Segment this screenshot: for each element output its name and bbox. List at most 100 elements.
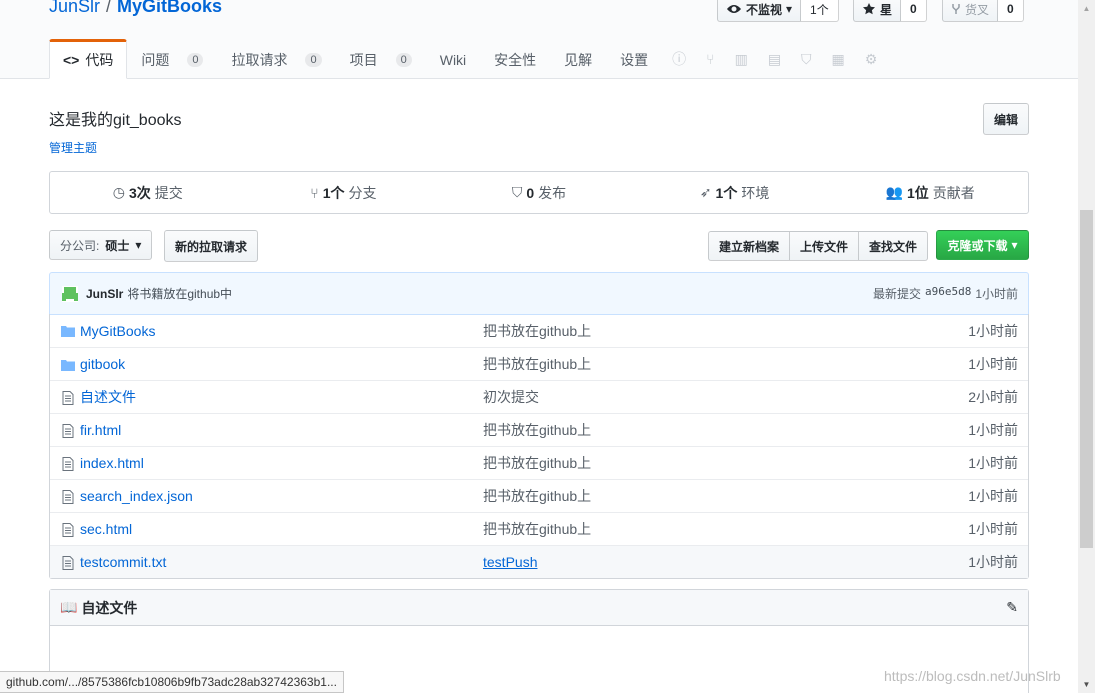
issue-opened-icon[interactable]: ⓘ (662, 39, 696, 79)
edit-button[interactable]: 编辑 (983, 103, 1029, 135)
rocket-icon: ➶ (699, 184, 712, 200)
file-name-link[interactable]: index.html (80, 455, 144, 471)
file-age: 1小时前 (968, 488, 1018, 504)
branches-summary[interactable]: ⑂ 1个 分支 (246, 172, 442, 213)
pencil-icon[interactable]: ✎ (1006, 599, 1018, 616)
tab-security-label: 安全性 (494, 52, 537, 68)
fork-button[interactable]: 货叉 (942, 0, 999, 22)
tab-issues[interactable]: 问题 0 (127, 39, 217, 79)
branches-count: 1个 (322, 184, 345, 201)
code-icon: <> (63, 52, 80, 68)
environments-summary[interactable]: ➶ 1个 环境 (637, 172, 833, 213)
fork-count[interactable]: 0 (998, 0, 1024, 22)
file-age: 2小时前 (968, 389, 1018, 405)
pull-request-icon[interactable]: ⑂ (696, 39, 724, 79)
tab-code[interactable]: <> 代码 (49, 39, 128, 79)
clone-download-button[interactable]: 克隆或下载 ▾ (936, 230, 1029, 260)
file-name-link[interactable]: sec.html (80, 521, 132, 537)
file-name-link[interactable]: 自述文件 (80, 387, 136, 407)
watch-label: 不监视 (746, 2, 783, 17)
file-commit-message[interactable]: testPush (483, 554, 537, 570)
tab-projects[interactable]: 项目 0 (336, 39, 426, 79)
commit-message[interactable]: 将书籍放在github中 (127, 285, 232, 302)
book-icon[interactable]: ▤ (758, 39, 791, 79)
graph-icon[interactable]: ▦ (822, 39, 855, 79)
readme-title: 自述文件 (81, 599, 138, 616)
tab-security[interactable]: 安全性 (480, 39, 550, 79)
file-icon (62, 424, 74, 438)
file-name-link[interactable]: MyGitBooks (80, 323, 155, 339)
repo-title: JunSlr / MyGitBooks (49, 0, 222, 18)
file-name-link[interactable]: search_index.json (80, 488, 193, 504)
file-name-link[interactable]: fir.html (80, 422, 121, 438)
latest-commit-info: 最新提交 a96e5d8 1小时前 (873, 285, 1018, 302)
star-count[interactable]: 0 (901, 0, 927, 22)
dropdown-caret-icon: ▾ (1011, 238, 1018, 252)
file-commit-message[interactable]: 把书放在github上 (483, 486, 591, 506)
manage-topics-link[interactable]: 管理主题 (49, 139, 97, 156)
fork-icon (952, 4, 960, 14)
find-file-button[interactable]: 查找文件 (858, 231, 929, 261)
create-new-file-button[interactable]: 建立新档案 (708, 231, 791, 261)
file-commit-message[interactable]: 把书放在github上 (483, 420, 591, 440)
gear-icon[interactable]: ⚙ (855, 39, 888, 79)
contributors-count: 1位 (906, 184, 929, 201)
watch-count[interactable]: 1个 (801, 0, 839, 22)
watermark: https://blog.csdn.net/JunSlrb (884, 668, 1061, 684)
environments-label: 环境 (741, 184, 770, 201)
branch-select-label: 分公司: (60, 238, 100, 253)
commits-summary[interactable]: ◷ 3次 提交 (50, 172, 246, 213)
file-name-link[interactable]: gitbook (80, 356, 125, 372)
table-row: sec.html 把书放在github上 1小时前 (50, 512, 1028, 545)
file-icon (62, 523, 74, 537)
file-age: 1小时前 (968, 521, 1018, 537)
file-name-link[interactable]: testcommit.txt (80, 554, 166, 570)
table-row: 自述文件 初次提交 2小时前 (50, 380, 1028, 413)
file-icon (62, 556, 74, 570)
file-commit-message[interactable]: 把书放在github上 (483, 321, 591, 341)
scroll-down-icon[interactable]: ▼ (1078, 676, 1095, 693)
file-commit-message[interactable]: 把书放在github上 (483, 354, 591, 374)
file-age: 1小时前 (968, 554, 1018, 570)
branch-select-button[interactable]: 分公司: 硕士 ▾ (49, 230, 153, 260)
folder-icon (61, 326, 75, 337)
commits-count: 3次 (129, 184, 151, 201)
file-commit-message[interactable]: 把书放在github上 (483, 519, 591, 539)
eye-icon (727, 5, 741, 13)
branch-icon: ⑂ (310, 184, 319, 201)
watch-button[interactable]: 不监视 ▾ (717, 0, 802, 22)
avatar[interactable] (60, 284, 80, 304)
issues-counter: 0 (187, 53, 204, 67)
contributors-summary[interactable]: 👥 1位 贡献者 (832, 172, 1028, 213)
file-commit-message[interactable]: 把书放在github上 (483, 453, 591, 473)
tab-pull-requests[interactable]: 拉取请求 0 (217, 39, 335, 79)
folder-icon (61, 360, 75, 371)
repo-name-link[interactable]: MyGitBooks (117, 0, 222, 18)
tab-wiki[interactable]: Wiki (426, 39, 480, 79)
file-commit-message[interactable]: 初次提交 (483, 387, 539, 407)
history-icon: ◷ (112, 184, 125, 200)
numbers-summary: ◷ 3次 提交 ⑂ 1个 分支 ⛉ 0 发布 ➶ 1个 环境 👥 1位 贡献者 (49, 171, 1029, 214)
pull-requests-counter: 0 (305, 53, 322, 67)
tab-settings[interactable]: 设置 (606, 39, 662, 79)
tab-insights[interactable]: 见解 (550, 39, 606, 79)
commit-author[interactable]: JunSlr (86, 287, 123, 301)
commit-sha[interactable]: a96e5d8 (925, 285, 971, 302)
scroll-up-icon[interactable]: ▲ (1078, 0, 1095, 17)
shield-icon[interactable]: ⛉ (791, 39, 822, 79)
vertical-scrollbar[interactable]: ▲ ▼ (1078, 0, 1095, 693)
scroll-thumb[interactable] (1080, 210, 1093, 548)
releases-label: 发布 (538, 184, 567, 201)
repo-header: JunSlr / MyGitBooks 不监视 ▾ 1个 星 0 货叉 0 <>… (0, 0, 1078, 79)
repo-description: 这是我的git_books (49, 112, 182, 129)
repo-owner-link[interactable]: JunSlr (49, 0, 100, 18)
upload-files-button[interactable]: 上传文件 (789, 231, 860, 261)
new-pull-request-button[interactable]: 新的拉取请求 (164, 230, 259, 262)
project-icon[interactable]: ▥ (725, 39, 758, 79)
star-button[interactable]: 星 (853, 0, 902, 22)
tab-projects-label: 项目 (349, 52, 378, 68)
tab-pull-requests-label: 拉取请求 (231, 52, 288, 68)
table-row: MyGitBooks 把书放在github上 1小时前 (50, 314, 1028, 347)
releases-summary[interactable]: ⛉ 0 发布 (441, 172, 637, 213)
file-icon (62, 391, 74, 405)
